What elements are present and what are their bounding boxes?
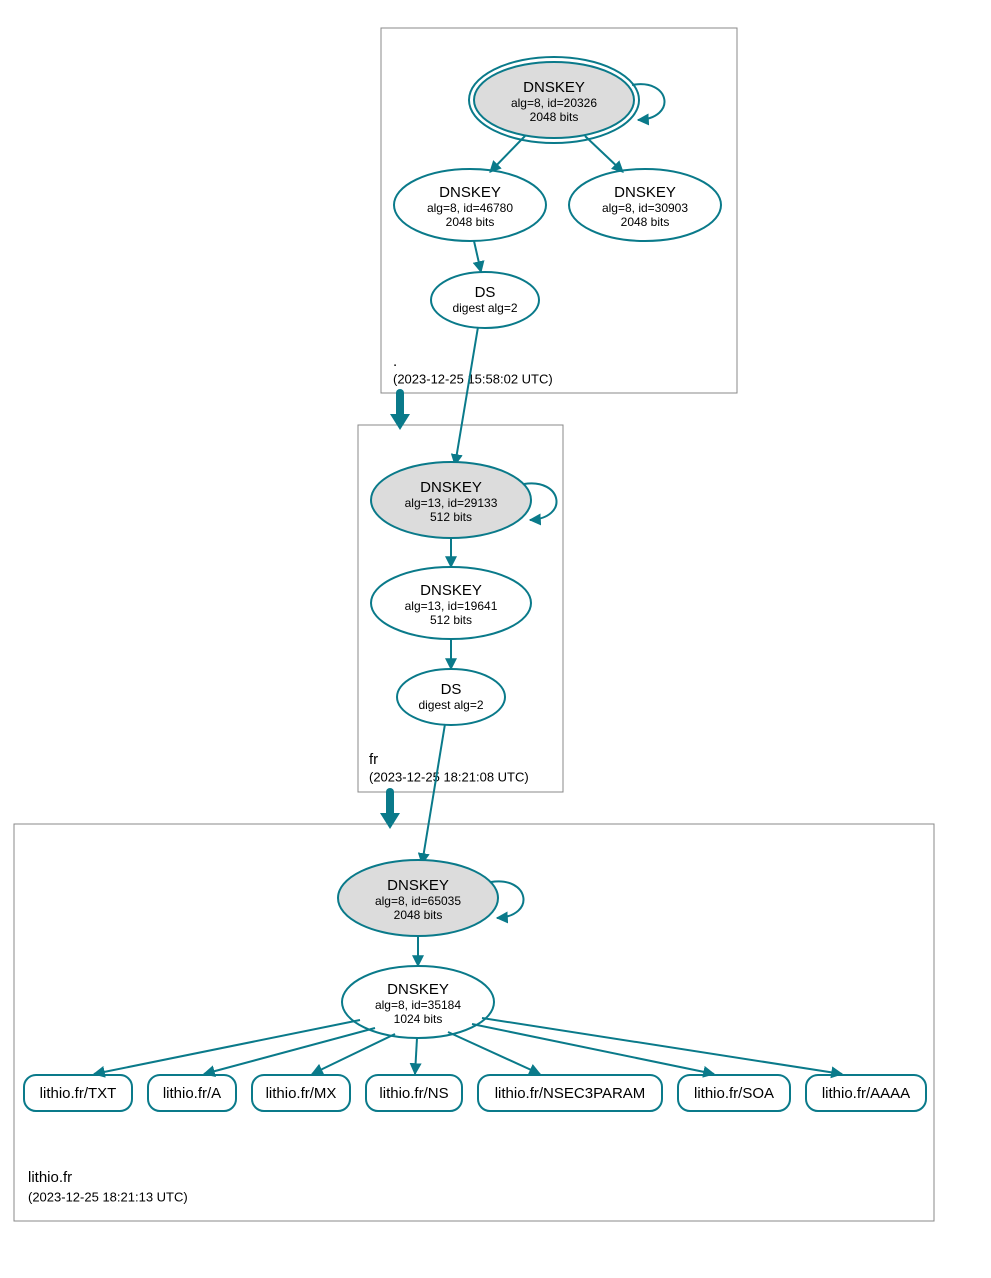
edge-zsk-n3p xyxy=(448,1032,540,1074)
rr-aaaa-label: lithio.fr/AAAA xyxy=(822,1085,910,1102)
node-root-ds: DS digest alg=2 xyxy=(431,272,539,328)
fr-ksk-title: DNSKEY xyxy=(420,479,482,496)
edge-rootds-frksk xyxy=(455,327,478,465)
node-dom-zsk: DNSKEY alg=8, id=35184 1024 bits xyxy=(342,966,494,1038)
node-rr-ns: lithio.fr/NS xyxy=(366,1075,462,1111)
node-rr-soa: lithio.fr/SOA xyxy=(678,1075,790,1111)
zone-dom-name: lithio.fr xyxy=(28,1169,72,1186)
node-fr-zsk: DNSKEY alg=13, id=19641 512 bits xyxy=(371,567,531,639)
zone-root-ts: (2023-12-25 15:58:02 UTC) xyxy=(393,371,553,386)
dom-ksk-title: DNSKEY xyxy=(387,877,449,894)
edge-frds-domksk xyxy=(422,724,445,864)
node-rr-txt: lithio.fr/TXT xyxy=(24,1075,132,1111)
node-rr-mx: lithio.fr/MX xyxy=(252,1075,350,1111)
rr-ns-label: lithio.fr/NS xyxy=(379,1085,448,1102)
fr-ds-alg: digest alg=2 xyxy=(418,698,483,712)
root-ksk-bits: 2048 bits xyxy=(530,110,579,124)
dom-ksk-alg: alg=8, id=65035 xyxy=(375,894,461,908)
zone-fr-name: fr xyxy=(369,751,378,768)
dom-zsk-bits: 1024 bits xyxy=(394,1012,443,1026)
zone-dom-ts: (2023-12-25 18:21:13 UTC) xyxy=(28,1189,188,1204)
root-zsk1-alg: alg=8, id=46780 xyxy=(427,201,513,215)
zone-fr-ts: (2023-12-25 18:21:08 UTC) xyxy=(369,769,529,784)
root-ds-alg: digest alg=2 xyxy=(452,301,517,315)
node-fr-ds: DS digest alg=2 xyxy=(397,669,505,725)
zone-arrow-root-fr xyxy=(390,393,410,430)
zone-arrow-fr-dom xyxy=(380,792,400,829)
fr-zsk-bits: 512 bits xyxy=(430,613,472,627)
edge-rootzsk1-ds xyxy=(474,241,481,272)
fr-zsk-title: DNSKEY xyxy=(420,582,482,599)
rr-a-label: lithio.fr/A xyxy=(163,1085,221,1102)
node-rr-n3p: lithio.fr/NSEC3PARAM xyxy=(478,1075,662,1111)
dom-zsk-title: DNSKEY xyxy=(387,981,449,998)
root-ksk-alg: alg=8, id=20326 xyxy=(511,96,597,110)
root-zsk2-alg: alg=8, id=30903 xyxy=(602,201,688,215)
node-rr-aaaa: lithio.fr/AAAA xyxy=(806,1075,926,1111)
node-root-ksk: DNSKEY alg=8, id=20326 2048 bits xyxy=(469,57,639,143)
dnssec-graph: . (2023-12-25 15:58:02 UTC) fr (2023-12-… xyxy=(0,0,991,1278)
zone-root-name: . xyxy=(393,353,397,370)
rr-soa-label: lithio.fr/SOA xyxy=(694,1085,774,1102)
fr-ksk-bits: 512 bits xyxy=(430,510,472,524)
node-fr-ksk: DNSKEY alg=13, id=29133 512 bits xyxy=(371,462,531,538)
edge-zsk-aaaa xyxy=(482,1018,842,1074)
root-ksk-title: DNSKEY xyxy=(523,79,585,96)
rr-mx-label: lithio.fr/MX xyxy=(266,1085,337,1102)
root-zsk1-bits: 2048 bits xyxy=(446,215,495,229)
root-zsk1-title: DNSKEY xyxy=(439,184,501,201)
edge-rootksk-zsk2 xyxy=(585,136,623,172)
node-root-zsk-46780: DNSKEY alg=8, id=46780 2048 bits xyxy=(394,169,546,241)
dom-zsk-alg: alg=8, id=35184 xyxy=(375,998,461,1012)
rr-txt-label: lithio.fr/TXT xyxy=(40,1085,117,1102)
root-ds-title: DS xyxy=(475,284,496,301)
edge-zsk-txt xyxy=(94,1020,360,1074)
edge-rootksk-zsk1 xyxy=(490,136,525,172)
node-dom-ksk: DNSKEY alg=8, id=65035 2048 bits xyxy=(338,860,498,936)
fr-ds-title: DS xyxy=(441,681,462,698)
fr-zsk-alg: alg=13, id=19641 xyxy=(405,599,498,613)
root-zsk2-title: DNSKEY xyxy=(614,184,676,201)
root-zsk2-bits: 2048 bits xyxy=(621,215,670,229)
edge-zsk-ns xyxy=(415,1038,417,1074)
fr-ksk-alg: alg=13, id=29133 xyxy=(405,496,498,510)
node-rr-a: lithio.fr/A xyxy=(148,1075,236,1111)
node-root-zsk-30903: DNSKEY alg=8, id=30903 2048 bits xyxy=(569,169,721,241)
rr-n3p-label: lithio.fr/NSEC3PARAM xyxy=(495,1085,646,1102)
dom-ksk-bits: 2048 bits xyxy=(394,908,443,922)
edge-zsk-mx xyxy=(312,1034,395,1074)
